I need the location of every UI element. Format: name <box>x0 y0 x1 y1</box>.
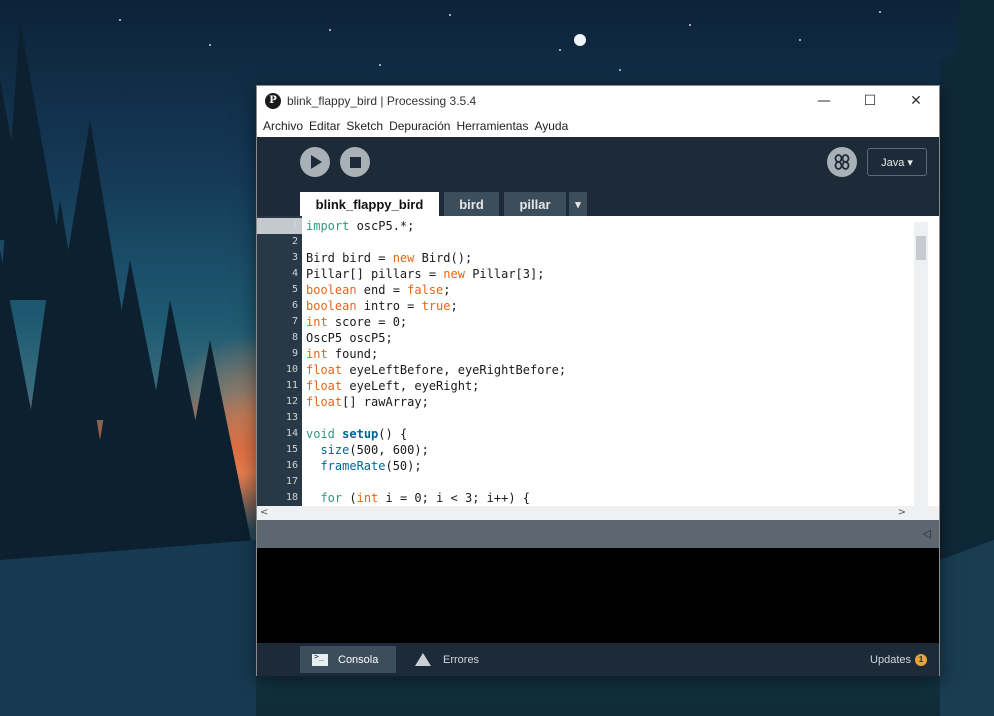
line-number: 4 <box>291 268 298 279</box>
code-keyword: for <box>320 491 343 505</box>
scroll-left-icon[interactable]: < <box>260 507 268 518</box>
code-keyword: int <box>306 347 328 361</box>
updates-badge: 1 <box>915 653 927 666</box>
vertical-scrollbar[interactable] <box>914 222 928 506</box>
tab-menu-arrow[interactable]: ▾ <box>569 192 587 216</box>
code-line: frameRate(50); <box>320 459 422 473</box>
processing-logo-icon: P <box>265 92 281 109</box>
line-number: 14 <box>285 428 298 439</box>
close-button[interactable]: ✕ <box>893 86 939 115</box>
code-line: boolean end = false; <box>306 283 451 297</box>
run-button[interactable] <box>300 147 330 177</box>
title-bar[interactable]: P blink_flappy_bird | Processing 3.5.4 —… <box>257 86 939 115</box>
code-line: OscP5 oscP5; <box>306 331 393 345</box>
console-icon <box>312 652 328 666</box>
code-keyword: new <box>443 267 465 281</box>
tab-pillar[interactable]: pillar <box>504 192 566 216</box>
code-line: float eyeLeft, eyeRight; <box>306 379 480 393</box>
code-line: for (int i = 0; i < 3; i++) { <box>320 491 530 505</box>
console-output[interactable] <box>257 548 939 643</box>
stop-button[interactable] <box>340 147 370 177</box>
code-line: import oscP5.*; <box>306 219 415 233</box>
sketch-tabs: blink_flappy_bird bird pillar ▾ <box>257 189 939 216</box>
code-keyword: float <box>306 395 343 409</box>
line-number: 1 <box>291 220 298 231</box>
line-number: 13 <box>285 412 298 423</box>
code-line: float eyeLeftBefore, eyeRightBefore; <box>306 363 567 377</box>
code-keyword: float <box>306 379 343 393</box>
code-line: int score = 0; <box>306 315 408 329</box>
line-number: 15 <box>285 444 298 455</box>
code-function: size <box>320 443 350 457</box>
minimize-button[interactable]: — <box>801 86 847 115</box>
line-number: 7 <box>291 316 298 327</box>
butterfly-icon <box>834 154 850 170</box>
code-keyword: void <box>306 427 335 441</box>
menu-bar: Archivo Editar Sketch Depuración Herrami… <box>257 115 939 137</box>
collapse-console-icon[interactable]: ◁ <box>923 527 931 540</box>
menu-archivo[interactable]: Archivo <box>260 119 306 133</box>
menu-editar[interactable]: Editar <box>306 119 343 133</box>
code-line: int found; <box>306 347 379 361</box>
line-number: 9 <box>291 348 298 359</box>
line-number: 17 <box>285 476 298 487</box>
menu-herramientas[interactable]: Herramientas <box>453 119 531 133</box>
maximize-button[interactable]: ☐ <box>847 86 893 115</box>
menu-ayuda[interactable]: Ayuda <box>531 119 571 133</box>
menu-depuracion[interactable]: Depuración <box>386 119 453 133</box>
window-title: blink_flappy_bird | Processing 3.5.4 <box>287 93 477 108</box>
code-keyword: float <box>306 363 343 377</box>
line-number: 12 <box>285 396 298 407</box>
updates-button[interactable]: Updates 1 <box>870 643 927 676</box>
code-line: Bird bird = new Bird(); <box>306 251 473 265</box>
processing-window: P blink_flappy_bird | Processing 3.5.4 —… <box>256 85 940 676</box>
line-number: 18 <box>285 492 298 503</box>
console-tab-label: Consola <box>338 653 379 666</box>
code-area[interactable]: import oscP5.*; Bird bird = new Bird(); … <box>306 216 911 506</box>
code-line: float[] rawArray; <box>306 395 429 409</box>
scroll-thumb[interactable] <box>916 236 926 260</box>
mode-selector[interactable]: Java ▾ <box>867 148 927 176</box>
code-function: setup <box>342 427 379 441</box>
debug-button[interactable] <box>827 147 857 177</box>
code-line: Pillar[] pillars = new Pillar[3]; <box>306 267 545 281</box>
status-bar: ◁ <box>257 520 939 548</box>
tab-blink-flappy-bird[interactable]: blink_flappy_bird <box>300 192 439 216</box>
stop-icon <box>349 156 361 168</box>
toolbar: Java ▾ <box>257 137 939 189</box>
line-number: 16 <box>285 460 298 471</box>
line-number: 10 <box>285 364 298 375</box>
code-keyword: import <box>306 219 350 233</box>
code-keyword: boolean <box>306 283 357 297</box>
code-keyword: int <box>306 315 328 329</box>
console-tab[interactable]: Consola <box>300 646 396 673</box>
updates-label: Updates <box>870 653 911 666</box>
code-editor[interactable]: 12345678910111213141516171819 import osc… <box>257 216 939 520</box>
scroll-right-icon[interactable]: > <box>898 507 906 518</box>
code-literal: false <box>407 283 444 297</box>
code-literal: true <box>421 299 451 313</box>
menu-sketch[interactable]: Sketch <box>343 119 386 133</box>
errors-tab[interactable]: Errores <box>403 646 493 673</box>
line-number: 6 <box>291 300 298 311</box>
line-number: 3 <box>291 252 298 263</box>
tab-bird[interactable]: bird <box>444 192 499 216</box>
line-number: 2 <box>291 236 298 247</box>
code-line: boolean intro = true; <box>306 299 458 313</box>
errors-tab-label: Errores <box>443 653 480 666</box>
code-line: void setup() { <box>306 427 408 441</box>
line-number: 5 <box>291 284 298 295</box>
code-keyword: new <box>392 251 415 265</box>
footer-bar: Consola Errores Updates 1 <box>257 643 939 676</box>
play-icon <box>311 155 322 169</box>
line-number: 8 <box>291 332 298 343</box>
horizontal-scrollbar[interactable]: < > <box>257 506 939 520</box>
code-function: frameRate <box>320 459 386 473</box>
line-number: 11 <box>285 380 298 391</box>
warning-icon <box>415 653 431 666</box>
line-gutter: 12345678910111213141516171819 <box>257 216 302 519</box>
code-line: size(500, 600); <box>320 443 429 457</box>
code-keyword: int <box>356 491 379 505</box>
code-keyword: boolean <box>306 299 357 313</box>
